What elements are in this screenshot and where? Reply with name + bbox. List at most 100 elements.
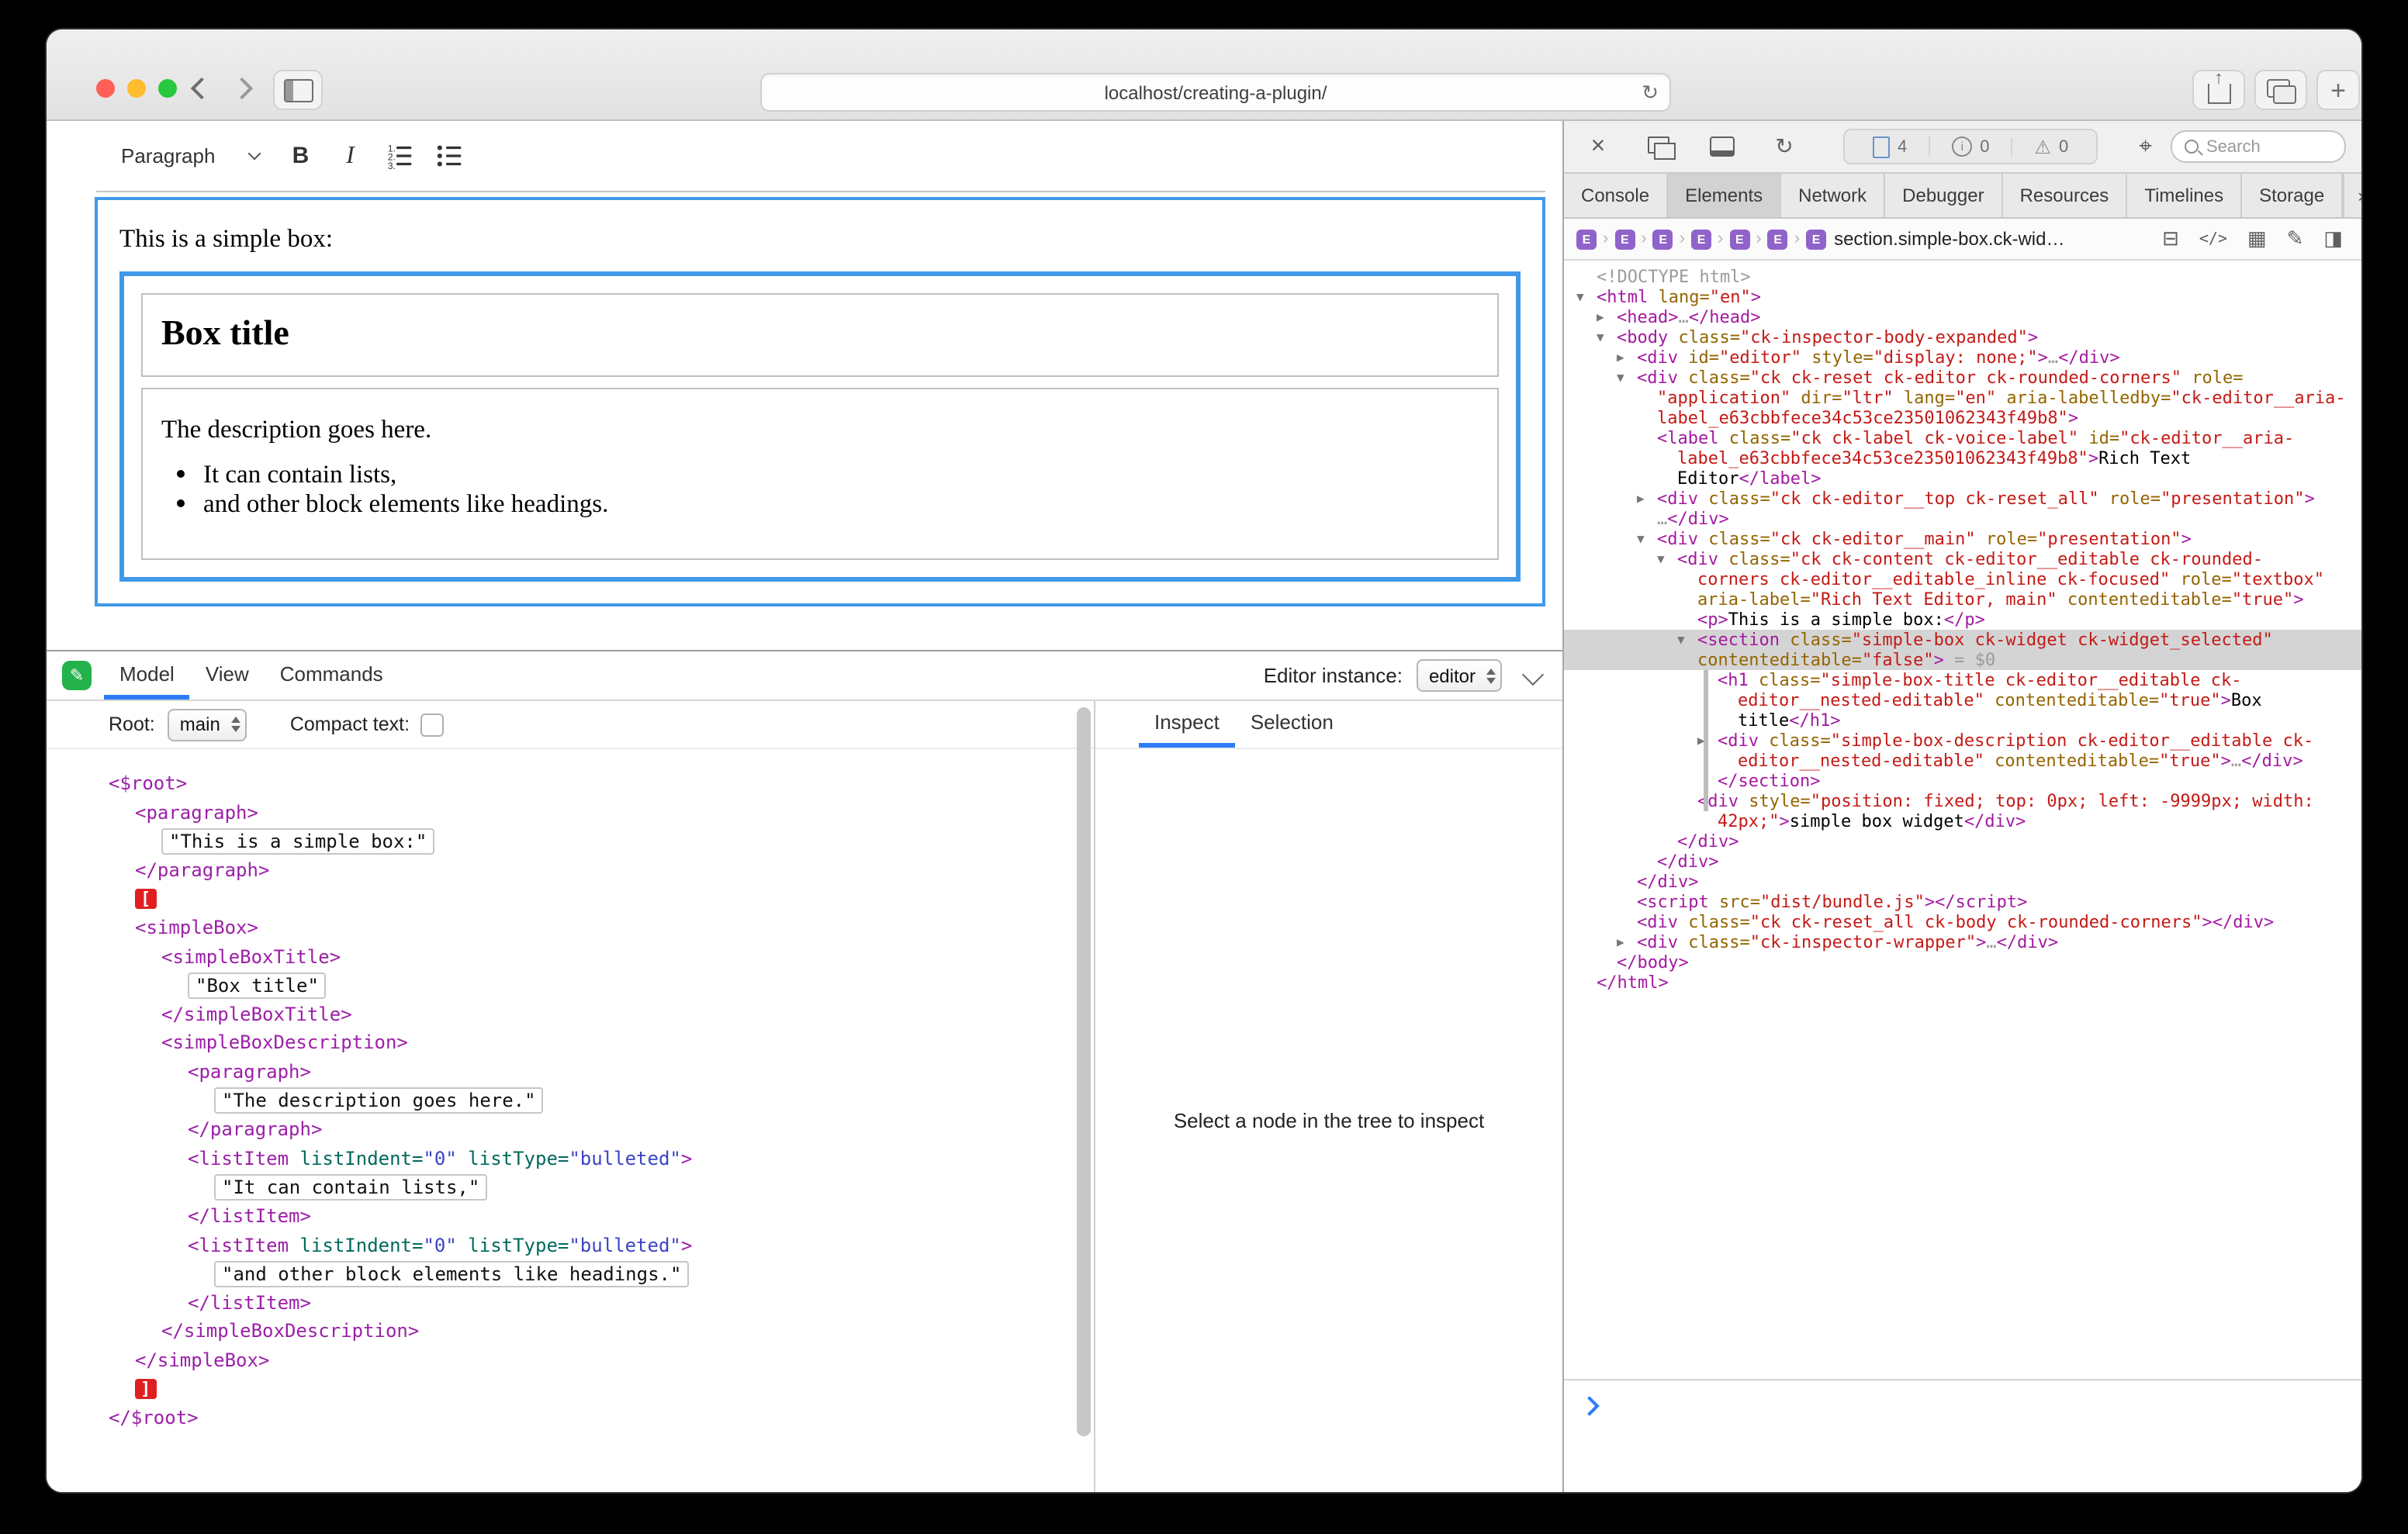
dom-node[interactable]: aria-label="Rich Text Editor, main" cont… bbox=[1564, 589, 2361, 610]
root-select[interactable]: main bbox=[168, 708, 247, 741]
resource-count[interactable]: 4 bbox=[1851, 136, 1929, 157]
reload-page-button[interactable]: ↻ bbox=[1766, 128, 1803, 165]
dom-node[interactable]: contenteditable="false"> = $0 bbox=[1564, 650, 2361, 670]
list-item[interactable]: and other block elements like headings. bbox=[203, 489, 1479, 518]
dom-node[interactable]: ▶<div class="ck ck-editor__top ck-reset_… bbox=[1564, 489, 2361, 509]
dom-node[interactable]: ▼<div class="ck ck-content ck-editor__ed… bbox=[1564, 549, 2361, 569]
dom-node[interactable]: ▼<div class="ck ck-reset ck-editor ck-ro… bbox=[1564, 368, 2361, 388]
details-sidebar-icon[interactable]: ◨ bbox=[2323, 226, 2343, 251]
dom-node[interactable]: <h1 class="simple-box-title ck-editor__e… bbox=[1564, 670, 2361, 690]
element-crumb-icon[interactable]: E bbox=[1653, 229, 1673, 249]
dom-node[interactable]: editor__nested-editable" contenteditable… bbox=[1564, 751, 2361, 771]
model-node[interactable]: </simpleBoxDescription> bbox=[47, 1318, 1094, 1346]
dom-node[interactable]: </div> bbox=[1564, 852, 2361, 872]
model-node[interactable]: <listItem listIndent="0" listType="bulle… bbox=[47, 1231, 1094, 1259]
intro-paragraph[interactable]: This is a simple box: bbox=[119, 223, 1521, 254]
model-node[interactable]: "This is a simple box:" bbox=[47, 827, 1094, 855]
model-node[interactable]: </$root> bbox=[47, 1404, 1094, 1432]
tab-debugger[interactable]: Debugger bbox=[1885, 174, 2002, 217]
model-node[interactable]: </listItem> bbox=[47, 1288, 1094, 1317]
tab-network[interactable]: Network bbox=[1781, 174, 1885, 217]
element-crumb-icon[interactable]: E bbox=[1691, 229, 1711, 249]
dom-node[interactable]: ▶<head>…</head> bbox=[1564, 307, 2361, 327]
collapse-arrow-icon[interactable]: ▶ bbox=[1637, 489, 1657, 509]
tab-storage[interactable]: Storage bbox=[2242, 174, 2343, 217]
quick-console[interactable] bbox=[1564, 1379, 2361, 1492]
tab-overview-button[interactable] bbox=[2254, 70, 2307, 110]
element-crumb-icon[interactable]: E bbox=[1768, 229, 1788, 249]
forward-button[interactable] bbox=[223, 70, 261, 107]
bold-button[interactable]: B bbox=[277, 134, 323, 178]
zoom-window-button[interactable] bbox=[158, 79, 177, 98]
tab-timelines[interactable]: Timelines bbox=[2127, 174, 2242, 217]
dom-node[interactable]: title</h1> bbox=[1564, 710, 2361, 731]
dom-node[interactable]: <script src="dist/bundle.js"></script> bbox=[1564, 892, 2361, 912]
collapse-arrow-icon[interactable]: ▶ bbox=[1617, 347, 1637, 368]
code-icon[interactable]: </> bbox=[2199, 230, 2227, 247]
expand-arrow-icon[interactable]: ▼ bbox=[1617, 368, 1637, 388]
devtools-search-field[interactable]: Search bbox=[2171, 130, 2346, 163]
model-node[interactable]: <listItem listIndent="0" listType="bulle… bbox=[47, 1144, 1094, 1173]
element-picker-button[interactable]: ⌖ bbox=[2139, 133, 2152, 160]
dom-node[interactable]: </div> bbox=[1564, 831, 2361, 852]
simple-box-description[interactable]: The description goes here. It can contai… bbox=[141, 388, 1499, 560]
dom-node[interactable]: "application" dir="ltr" lang="en" aria-l… bbox=[1564, 388, 2361, 408]
model-node[interactable]: "It can contain lists," bbox=[47, 1173, 1094, 1202]
dom-node[interactable]: ▼<section class="simple-box ck-widget ck… bbox=[1564, 630, 2361, 650]
dock-side-button[interactable] bbox=[1704, 128, 1741, 165]
dom-node[interactable]: <label class="ck ck-label ck-voice-label… bbox=[1564, 428, 2361, 448]
dom-node[interactable]: <p>This is a simple box:</p> bbox=[1564, 610, 2361, 630]
tab-model[interactable]: Model bbox=[104, 651, 190, 700]
edit-element-icon[interactable]: ✎ bbox=[2287, 226, 2304, 251]
new-tab-button[interactable]: + bbox=[2316, 70, 2360, 110]
tab-elements[interactable]: Elements bbox=[1668, 174, 1781, 217]
dom-node[interactable]: …</div> bbox=[1564, 509, 2361, 529]
minimize-window-button[interactable] bbox=[127, 79, 146, 98]
tab-view[interactable]: View bbox=[190, 651, 265, 700]
reload-icon[interactable]: ↻ bbox=[1642, 82, 1659, 102]
sidebar-toggle-button[interactable] bbox=[273, 70, 323, 110]
model-node[interactable]: "and other block elements like headings.… bbox=[47, 1259, 1094, 1288]
tab-commands[interactable]: Commands bbox=[265, 651, 399, 700]
list-item[interactable]: It can contain lists, bbox=[203, 461, 1479, 489]
dom-node[interactable]: ▶<div class="simple-box-description ck-e… bbox=[1564, 731, 2361, 751]
more-tabs-button[interactable]: » bbox=[2343, 174, 2361, 217]
paragraph-style-dropdown[interactable]: Paragraph bbox=[106, 138, 274, 174]
expand-arrow-icon[interactable]: ▼ bbox=[1597, 327, 1617, 347]
dom-node[interactable]: </section> bbox=[1564, 771, 2361, 791]
model-node[interactable]: </simpleBoxTitle> bbox=[47, 1000, 1094, 1029]
current-crumb-label[interactable]: section.simple-box.ck-wid… bbox=[1834, 228, 2064, 250]
editor-instance-select[interactable]: editor bbox=[1417, 659, 1502, 692]
detach-devtools-button[interactable] bbox=[1642, 128, 1679, 165]
model-node[interactable]: "The description goes here." bbox=[47, 1087, 1094, 1115]
scrollbar-thumb[interactable] bbox=[1077, 707, 1091, 1436]
dom-node[interactable]: 42px;">simple box widget</div> bbox=[1564, 811, 2361, 831]
tab-resources[interactable]: Resources bbox=[2003, 174, 2128, 217]
dom-node[interactable]: label_e63cbbfece34c53ce23501062343f49b8"… bbox=[1564, 448, 2361, 468]
dom-node[interactable]: ▶<div id="editor" style="display: none;"… bbox=[1564, 347, 2361, 368]
expand-arrow-icon[interactable]: ▼ bbox=[1677, 630, 1697, 650]
bulleted-list-button[interactable] bbox=[426, 134, 472, 178]
model-node[interactable]: [ bbox=[47, 885, 1094, 914]
tab-console[interactable]: Console bbox=[1564, 174, 1668, 217]
print-styles-icon[interactable]: ⊟ bbox=[2162, 226, 2179, 251]
dom-node[interactable]: </div> bbox=[1564, 872, 2361, 892]
numbered-list-button[interactable]: 1. 2. 3. bbox=[376, 134, 423, 178]
tab-inspect[interactable]: Inspect bbox=[1139, 701, 1235, 748]
editor-content[interactable]: This is a simple box: Box title The desc… bbox=[95, 197, 1545, 606]
dom-node[interactable]: corners ck-editor__editable_inline ck-fo… bbox=[1564, 569, 2361, 589]
dom-node[interactable]: Editor</label> bbox=[1564, 468, 2361, 489]
collapse-arrow-icon[interactable]: ▶ bbox=[1617, 932, 1637, 952]
model-node[interactable]: <simpleBoxTitle> bbox=[47, 942, 1094, 971]
expand-arrow-icon[interactable]: ▼ bbox=[1637, 529, 1657, 549]
address-bar[interactable]: localhost/creating-a-plugin/ ↻ bbox=[760, 73, 1671, 112]
model-node[interactable]: </listItem> bbox=[47, 1202, 1094, 1231]
issue-count[interactable]: i 0 bbox=[1929, 136, 2011, 157]
italic-button[interactable]: I bbox=[327, 134, 373, 178]
model-node[interactable]: <$root> bbox=[47, 769, 1094, 798]
dom-node[interactable]: ▼<div class="ck ck-editor__main" role="p… bbox=[1564, 529, 2361, 549]
description-paragraph[interactable]: The description goes here. bbox=[161, 414, 1479, 445]
back-button[interactable] bbox=[183, 70, 220, 107]
compact-text-checkbox[interactable] bbox=[420, 713, 444, 736]
box-title-heading[interactable]: Box title bbox=[161, 313, 1479, 354]
